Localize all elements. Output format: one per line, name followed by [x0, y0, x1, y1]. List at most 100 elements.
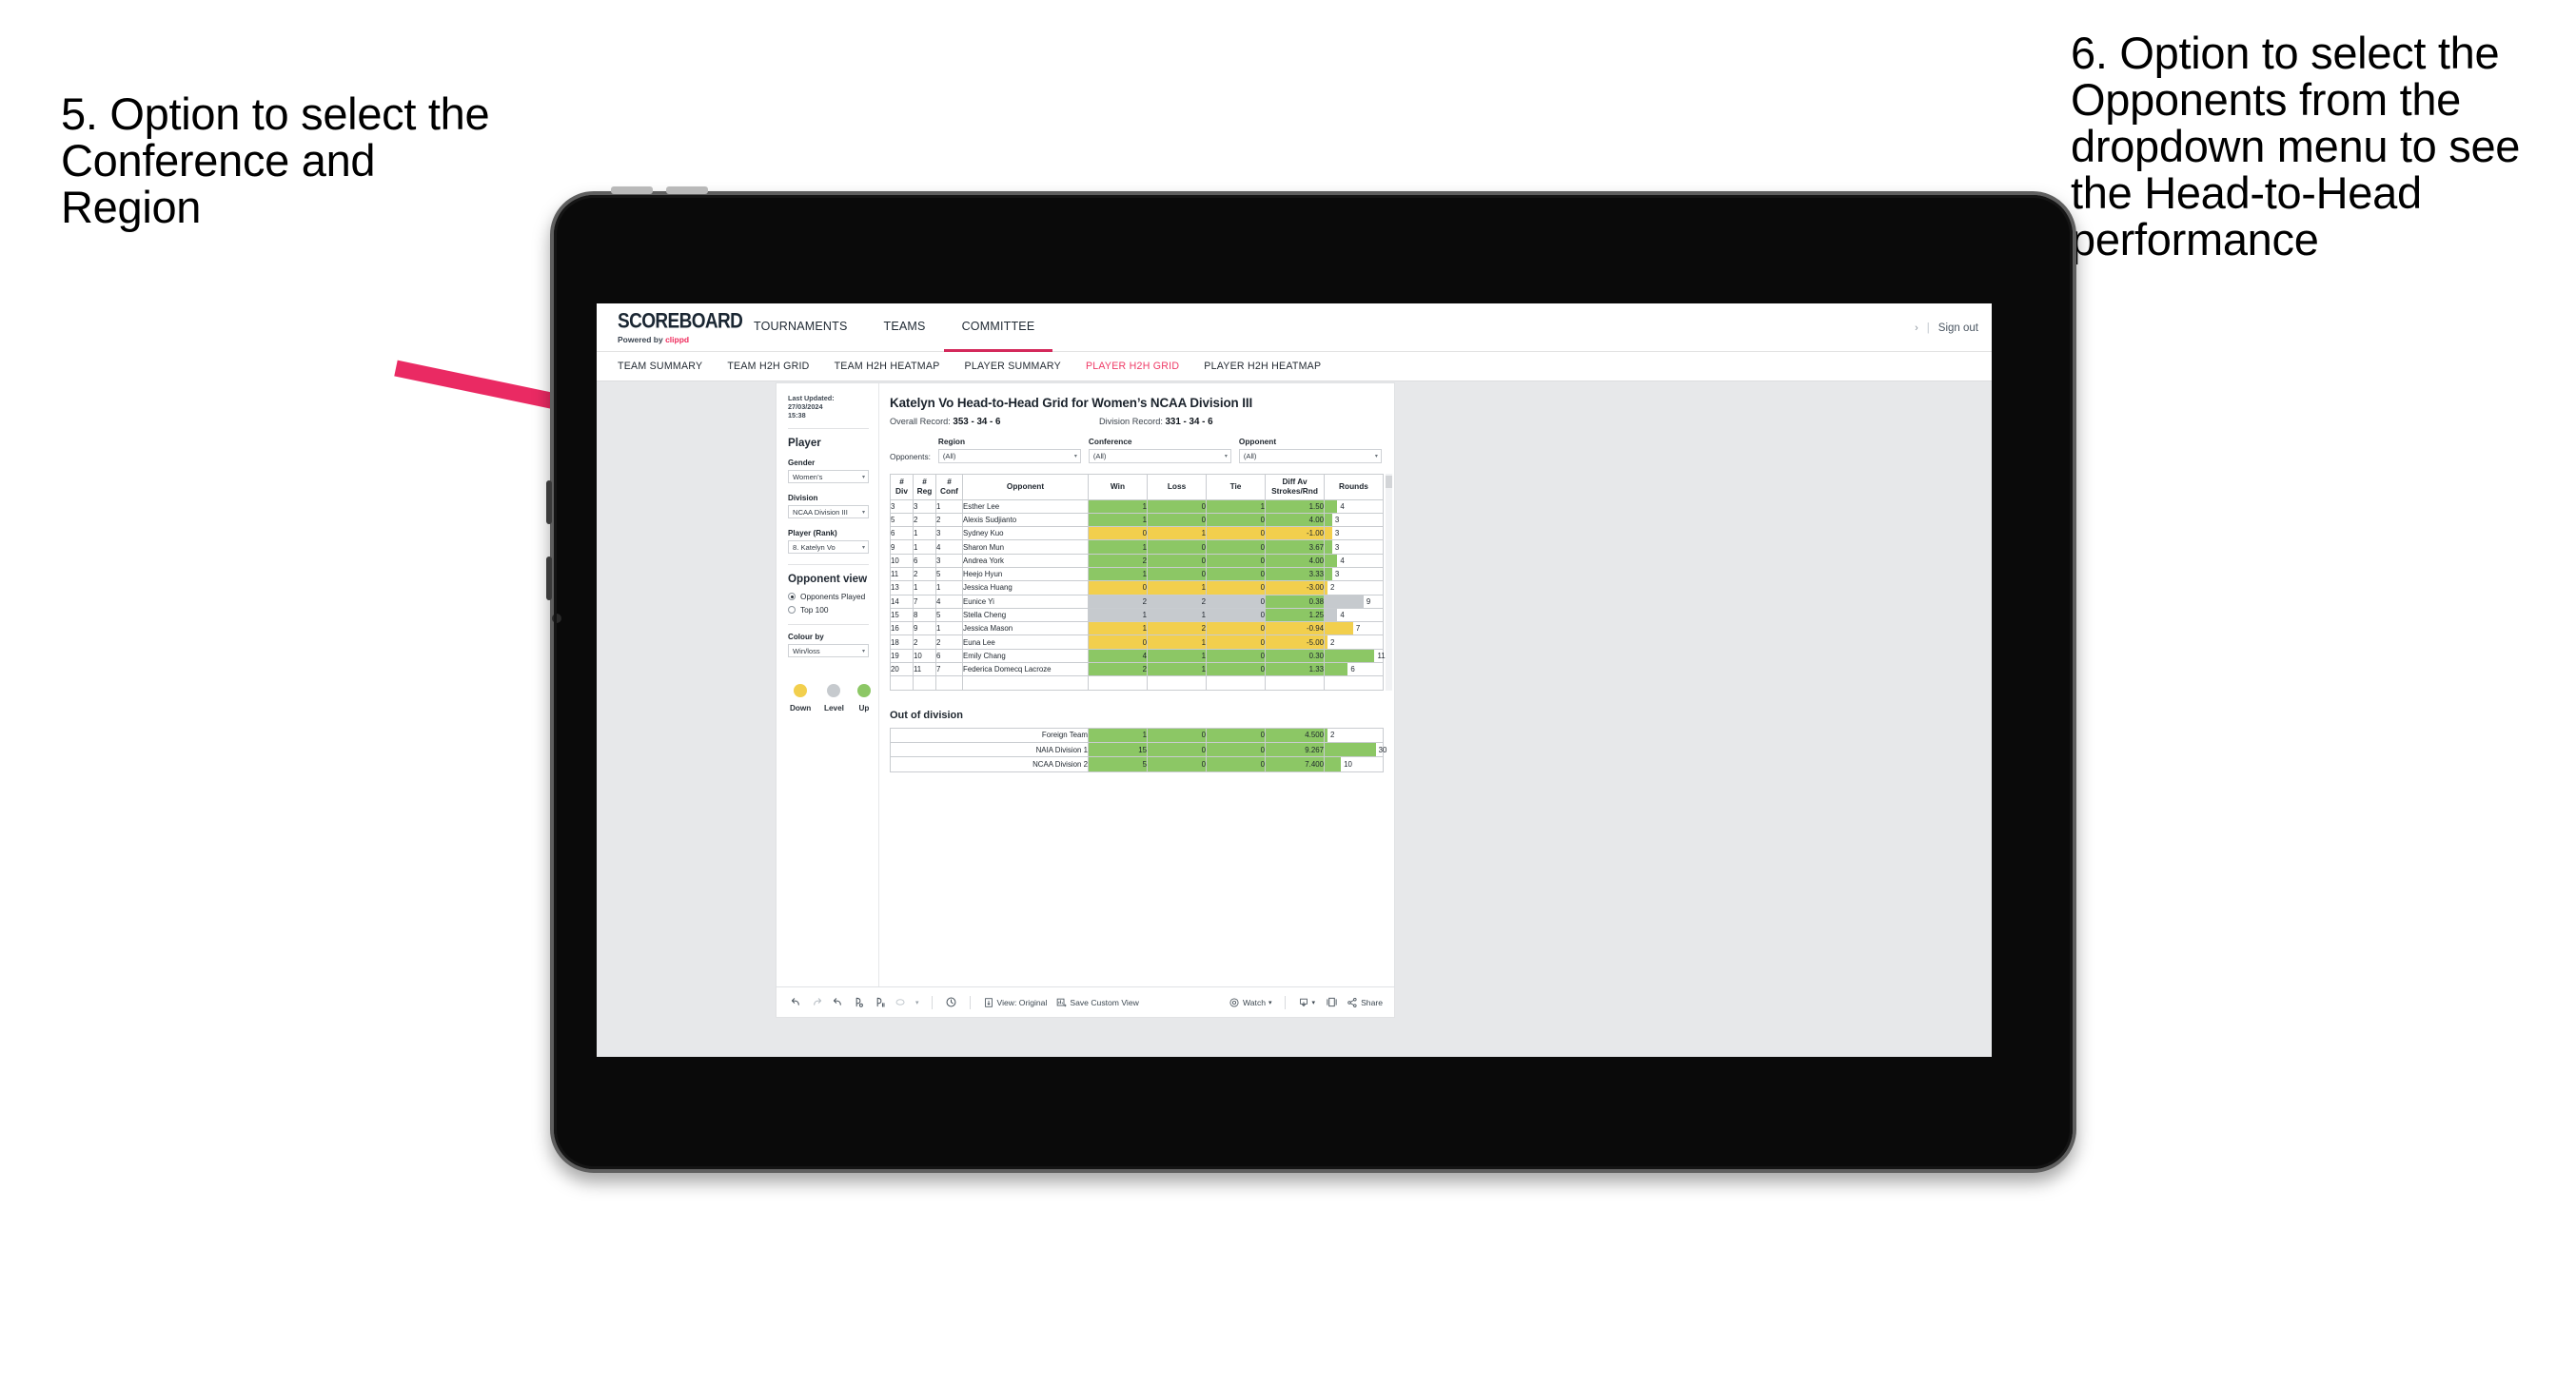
- rounds-value: 4: [1340, 501, 1345, 511]
- page-title: Katelyn Vo Head-to-Head Grid for Women’s…: [890, 396, 1253, 410]
- cell-tie: 0: [1206, 539, 1266, 555]
- nav-committee[interactable]: COMMITTEE: [943, 303, 1053, 352]
- watch-button[interactable]: Watch ▾: [1229, 997, 1272, 1008]
- chevron-right-icon[interactable]: ›: [1915, 322, 1918, 334]
- save-custom-view-button[interactable]: Save Custom View: [1055, 997, 1139, 1008]
- col-div: # Div: [890, 473, 914, 500]
- table-row[interactable]: 15 8 5 Stella Cheng 1 1 0 1.25 4: [890, 607, 1384, 623]
- cell-conf: 1: [935, 580, 963, 595]
- region-select[interactable]: (All) ▾: [937, 449, 1081, 463]
- chevron-down-icon[interactable]: ▾: [915, 999, 919, 1006]
- table-row[interactable]: 10 6 3 Andrea York 2 0 0 4.00 4: [890, 553, 1384, 568]
- rounds-bar: [1325, 622, 1353, 635]
- divider: [788, 624, 869, 626]
- out-of-division-row[interactable]: NAIA Division 1 15 0 0 9.267 30: [890, 741, 1387, 758]
- table-row[interactable]: 20 11 7 Federica Domecq Lacroze 2 1 0 1.33 6: [890, 662, 1384, 677]
- cell-diff: 1.33: [1265, 662, 1325, 677]
- cell-tie: 0: [1206, 512, 1266, 528]
- table-scrollbar[interactable]: [1386, 473, 1392, 691]
- out-of-division-row[interactable]: NCAA Division 2 5 0 0 7.400 10: [890, 756, 1384, 772]
- tab-team-h2h-heatmap[interactable]: TEAM H2H HEATMAP: [835, 361, 940, 372]
- cell-win: 1: [1088, 727, 1148, 743]
- chevron-down-icon: ▾: [861, 544, 865, 551]
- table-row[interactable]: 9 1 4 Sharon Mun 1 0 0 3.67 3: [890, 539, 1384, 555]
- fullscreen-icon[interactable]: [1326, 996, 1338, 1008]
- table-spacer-row: [890, 675, 1384, 691]
- nav-tournaments[interactable]: TOURNAMENTS: [736, 303, 866, 352]
- rounds-value: 11: [1377, 651, 1386, 660]
- table-row[interactable]: 19 10 6 Emily Chang 4 1 0 0.30 11: [890, 648, 1386, 664]
- table-row[interactable]: 18 2 2 Euna Lee 0 1 0 -5.00 2: [890, 634, 1384, 650]
- tablet-device-frame: SCOREBOARD Powered by clippd TOURNAMENTS…: [546, 186, 2076, 1173]
- cell-reg: 2: [913, 634, 936, 650]
- rounds-bar: [1325, 567, 1332, 581]
- player-rank-select[interactable]: 8. Katelyn Vo ▾: [788, 540, 869, 555]
- gender-label: Gender: [788, 459, 816, 468]
- download-button[interactable]: ▾: [1298, 997, 1315, 1008]
- scoreboard-logo[interactable]: SCOREBOARD Powered by clippd: [597, 311, 743, 344]
- sign-out-link[interactable]: Sign out: [1938, 322, 1978, 334]
- colour-by-filter: Colour by Win/loss ▾: [788, 633, 869, 658]
- refresh-icon[interactable]: [853, 996, 865, 1008]
- radio-top-100[interactable]: Top 100: [788, 605, 869, 615]
- cell-loss: 1: [1147, 580, 1207, 595]
- table-row[interactable]: 13 1 1 Jessica Huang 0 1 0 -3.00 2: [890, 580, 1384, 595]
- cell-rounds: 2: [1324, 580, 1384, 595]
- rounds-value: 30: [1378, 745, 1387, 754]
- opponent-select[interactable]: (All) ▾: [1238, 449, 1382, 463]
- cell-diff: 3.33: [1265, 566, 1325, 582]
- spacer-cell: [913, 675, 936, 691]
- cell-rounds: 10: [1324, 756, 1384, 772]
- table-row[interactable]: 14 7 4 Eunice Yi 2 2 0 0.38 9: [890, 594, 1384, 609]
- tab-team-h2h-grid[interactable]: TEAM H2H GRID: [727, 361, 809, 372]
- rounds-bar: [1325, 595, 1364, 608]
- conference-label: Conference: [1088, 437, 1132, 446]
- table-scrollbar-thumb[interactable]: [1386, 475, 1392, 488]
- rounds-bar: [1325, 742, 1376, 757]
- legend-dot-level: [827, 684, 841, 698]
- undo-icon[interactable]: [790, 996, 802, 1008]
- rounds-value: 6: [1350, 665, 1355, 674]
- opponent-view-heading: Opponent view: [788, 573, 868, 586]
- division-select[interactable]: NCAA Division III ▾: [788, 505, 869, 519]
- pause-icon[interactable]: [945, 996, 957, 1008]
- cell-rounds: 7: [1324, 621, 1384, 636]
- cell-win: 2: [1088, 553, 1148, 568]
- col-conf-l1: #: [947, 476, 952, 486]
- radio-top-100-label: Top 100: [800, 605, 829, 615]
- conference-select[interactable]: (All) ▾: [1088, 449, 1231, 463]
- cell-opponent: Andrea York: [962, 553, 1089, 568]
- gender-select[interactable]: Women’s ▾: [788, 470, 869, 484]
- table-row[interactable]: 6 1 3 Sydney Kuo 0 1 0 -1.00 3: [890, 526, 1384, 541]
- table-row[interactable]: 16 9 1 Jessica Mason 1 2 0 -0.94 7: [890, 621, 1384, 636]
- out-of-division-row[interactable]: Foreign Team 1 0 0 4.500 2: [890, 727, 1384, 743]
- tab-player-h2h-grid[interactable]: PLAYER H2H GRID: [1086, 361, 1179, 372]
- table-row[interactable]: 11 2 5 Heejo Hyun 1 0 0 3.33 3: [890, 566, 1384, 582]
- table-row[interactable]: 3 3 1 Esther Lee 1 0 1 1.50 4: [890, 498, 1384, 514]
- view-original-button[interactable]: View: Original: [983, 997, 1047, 1008]
- side-button-lower: [546, 556, 552, 600]
- cell-diff: 7.400: [1265, 756, 1325, 772]
- out-of-division-table-body: Foreign Team 1 0 0 4.500 2 NAIA Division 1 15 0 0…: [890, 727, 1387, 772]
- cell-rounds: 4: [1324, 553, 1384, 568]
- cell-div: 5: [890, 512, 914, 528]
- tab-player-summary[interactable]: PLAYER SUMMARY: [965, 361, 1061, 372]
- cell-win: 0: [1088, 526, 1148, 541]
- pause-auto-update-icon[interactable]: [874, 996, 886, 1008]
- rounds-value: 4: [1340, 556, 1345, 565]
- col-diff-l1: Diff Av: [1282, 476, 1308, 486]
- player-section-heading: Player: [788, 437, 821, 450]
- tab-player-h2h-heatmap[interactable]: PLAYER H2H HEATMAP: [1204, 361, 1321, 372]
- revert-icon[interactable]: [832, 996, 844, 1008]
- radio-opponents-played[interactable]: Opponents Played: [788, 592, 869, 601]
- colour-by-select[interactable]: Win/loss ▾: [788, 644, 869, 658]
- highlight-icon[interactable]: [895, 996, 907, 1008]
- redo-icon[interactable]: [811, 996, 823, 1008]
- cell-loss: 0: [1147, 727, 1207, 743]
- nav-teams[interactable]: TEAMS: [866, 303, 944, 352]
- table-row[interactable]: 5 2 2 Alexis Sudjianto 1 0 0 4.00 3: [890, 512, 1384, 528]
- division-value: NCAA Division III: [793, 507, 848, 517]
- spacer-cell: [1206, 675, 1266, 691]
- share-button[interactable]: Share: [1347, 997, 1383, 1008]
- tab-team-summary[interactable]: TEAM SUMMARY: [618, 361, 702, 372]
